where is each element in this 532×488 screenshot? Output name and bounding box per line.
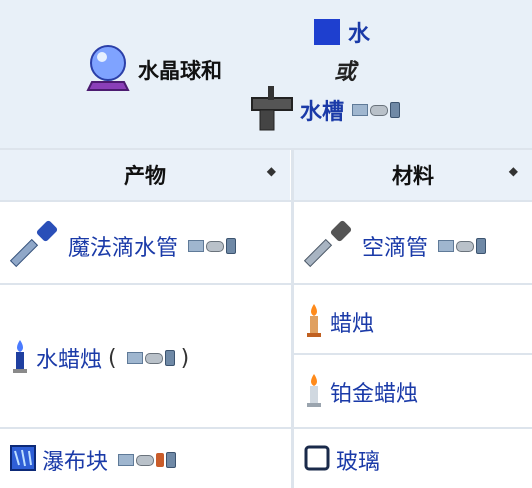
platform-icons xyxy=(126,350,175,366)
dropper-icon xyxy=(303,218,356,274)
desktop-icon xyxy=(352,104,369,116)
glass-block-icon xyxy=(304,445,330,475)
row-divider xyxy=(294,353,532,355)
or-label: 或 xyxy=(334,60,357,85)
column-header-product[interactable]: 产物 ◆ xyxy=(0,150,290,200)
material-link[interactable]: 空滴管 xyxy=(362,230,428,262)
console-icon xyxy=(370,104,389,116)
crafting-station-header: 水晶球和 水 或 水槽 xyxy=(0,0,532,148)
platform-icons xyxy=(188,238,237,254)
table-row-material: 蜡烛 xyxy=(304,302,374,342)
column-divider xyxy=(291,148,294,488)
platform-icons xyxy=(118,452,177,468)
mobile-icon xyxy=(164,350,175,366)
table-row-product: 水蜡烛 ( ) xyxy=(10,338,189,378)
console-icon xyxy=(206,240,225,252)
water-link[interactable]: 水 xyxy=(348,16,370,48)
table-row-material: 玻璃 xyxy=(304,444,380,476)
crafting-station-label[interactable]: 水晶球和 xyxy=(138,55,222,85)
water-square-icon xyxy=(314,19,340,45)
table-row-product: 瀑布块 xyxy=(10,444,177,476)
console-icon xyxy=(136,454,155,466)
product-link[interactable]: 瀑布块 xyxy=(42,444,108,476)
table-row-product: 魔法滴水管 xyxy=(9,218,237,274)
sort-icon[interactable]: ◆ xyxy=(509,165,518,177)
mobile-icon xyxy=(226,238,237,254)
paren-open: ( xyxy=(108,345,117,371)
sink-link[interactable]: 水槽 xyxy=(300,94,344,126)
console-icon xyxy=(456,240,475,252)
sink-icon xyxy=(250,84,296,136)
row-divider xyxy=(0,148,532,150)
table-row-material: 铂金蜡烛 xyxy=(304,372,418,412)
platform-icons xyxy=(438,238,487,254)
paren-close: ) xyxy=(180,345,190,371)
waterfall-block-icon xyxy=(10,445,36,475)
crafting-station: 水晶球和 xyxy=(84,44,222,96)
table-row-material: 空滴管 xyxy=(303,218,487,274)
platinum-candle-icon xyxy=(304,372,324,412)
sort-icon[interactable]: ◆ xyxy=(267,165,276,177)
material-link[interactable]: 玻璃 xyxy=(336,444,380,476)
console-icon xyxy=(144,352,163,364)
platform-icons xyxy=(352,102,401,118)
candle-icon xyxy=(304,302,324,342)
material-link[interactable]: 铂金蜡烛 xyxy=(330,376,418,408)
candle-icon xyxy=(156,453,165,467)
row-divider xyxy=(0,427,532,429)
material-link[interactable]: 蜡烛 xyxy=(330,306,374,338)
product-link[interactable]: 魔法滴水管 xyxy=(68,230,178,262)
desktop-icon xyxy=(188,240,205,252)
sink-requirement[interactable]: 水槽 xyxy=(250,84,401,136)
mobile-icon xyxy=(476,238,487,254)
desktop-icon xyxy=(118,454,135,466)
alt-stations: 水 或 水槽 xyxy=(250,6,460,140)
crystal-ball-icon[interactable] xyxy=(84,42,132,98)
column-header-product-label: 产物 xyxy=(124,164,166,188)
desktop-icon xyxy=(126,352,143,364)
mobile-icon xyxy=(390,102,401,118)
row-divider xyxy=(0,200,532,202)
product-link[interactable]: 水蜡烛 xyxy=(36,342,102,374)
mobile-icon xyxy=(166,452,177,468)
desktop-icon xyxy=(438,240,455,252)
water-requirement[interactable]: 水 xyxy=(314,16,370,48)
dropper-icon xyxy=(9,218,62,274)
column-header-materials-label: 材料 xyxy=(392,164,434,188)
water-candle-icon xyxy=(10,338,30,378)
row-divider xyxy=(0,283,532,285)
column-header-materials[interactable]: 材料 ◆ xyxy=(294,150,532,200)
